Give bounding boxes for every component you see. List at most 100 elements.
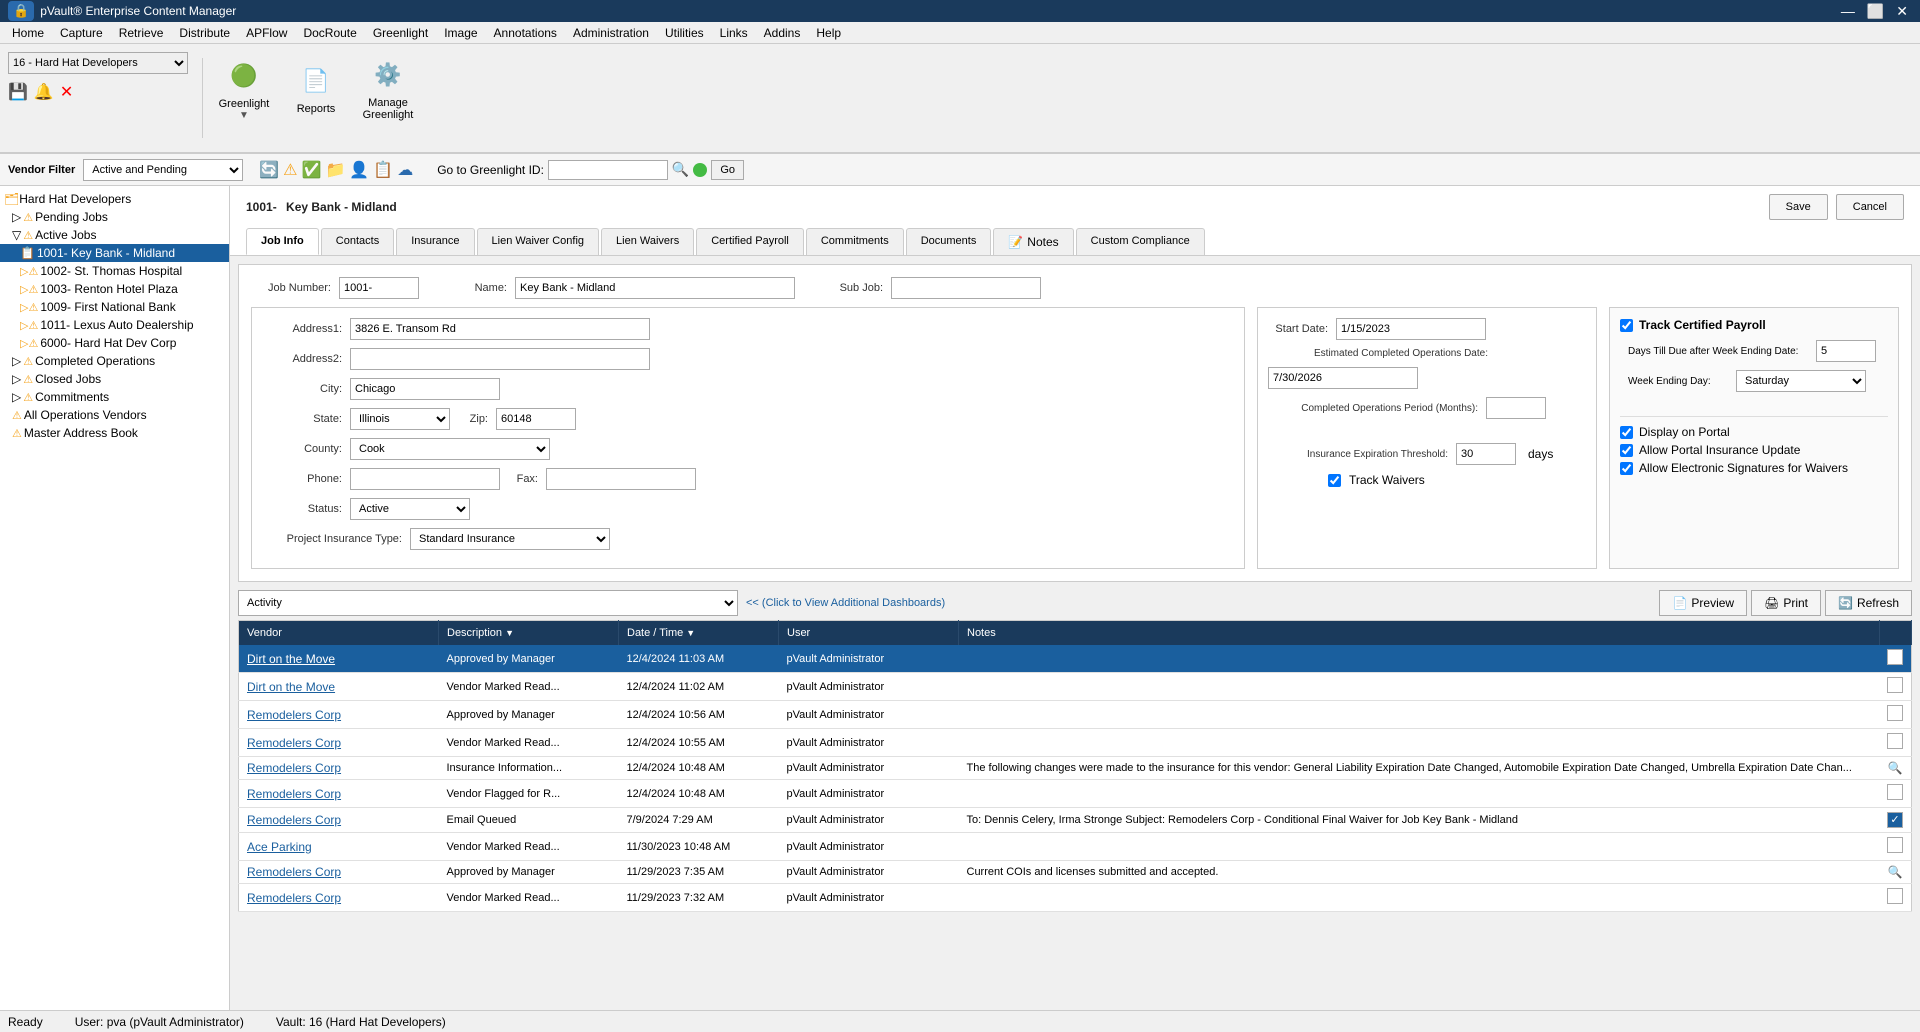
- address1-input[interactable]: [350, 318, 650, 340]
- tab-lien-waiver-config[interactable]: Lien Waiver Config: [477, 228, 600, 255]
- track-certified-checkbox[interactable]: [1620, 319, 1633, 332]
- sidebar-item-active-jobs[interactable]: ▽ ⚠ Active Jobs: [0, 226, 229, 244]
- vendor-link[interactable]: Remodelers Corp: [247, 708, 341, 722]
- allow-electronic-checkbox[interactable]: [1620, 462, 1633, 475]
- vault-selector[interactable]: 16 - Hard Hat Developers: [8, 52, 188, 74]
- tab-insurance[interactable]: Insurance: [396, 228, 474, 255]
- sidebar-item-1003[interactable]: ▷⚠ 1003- Renton Hotel Plaza: [0, 280, 229, 298]
- sidebar-item-pending-jobs[interactable]: ▷ ⚠ Pending Jobs: [0, 208, 229, 226]
- cancel-button[interactable]: Cancel: [1836, 194, 1904, 220]
- zip-input[interactable]: [496, 408, 576, 430]
- menu-help[interactable]: Help: [808, 24, 849, 42]
- menu-administration[interactable]: Administration: [565, 24, 657, 42]
- tab-custom-compliance[interactable]: Custom Compliance: [1076, 228, 1205, 255]
- menu-utilities[interactable]: Utilities: [657, 24, 712, 42]
- warning-filter-icon[interactable]: ⚠: [283, 160, 297, 180]
- sidebar-item-1002[interactable]: ▷⚠ 1002- St. Thomas Hospital: [0, 262, 229, 280]
- menu-docroute[interactable]: DocRoute: [295, 24, 364, 42]
- tab-commitments[interactable]: Commitments: [806, 228, 904, 255]
- sidebar-item-1001[interactable]: 📋 1001- Key Bank - Midland: [0, 244, 229, 262]
- menu-image[interactable]: Image: [436, 24, 485, 42]
- sidebar-item-closed-jobs[interactable]: ▷ ⚠ Closed Jobs: [0, 370, 229, 388]
- sub-job-input[interactable]: [891, 277, 1041, 299]
- menu-links[interactable]: Links: [712, 24, 756, 42]
- row-checkbox[interactable]: ✓: [1887, 812, 1903, 828]
- sidebar-root[interactable]: 🗂 Hard Hat Developers: [0, 190, 229, 208]
- insurance-threshold-input[interactable]: [1456, 443, 1516, 465]
- vendor-link[interactable]: Remodelers Corp: [247, 891, 341, 905]
- sidebar-item-all-vendors[interactable]: ⚠ All Operations Vendors: [0, 406, 229, 424]
- week-ending-day-select[interactable]: Saturday Sunday Monday: [1736, 370, 1866, 392]
- menu-annotations[interactable]: Annotations: [486, 24, 565, 42]
- state-select[interactable]: Illinois: [350, 408, 450, 430]
- menu-addins[interactable]: Addins: [756, 24, 809, 42]
- toolbar-manage-greenlight-btn[interactable]: ⚙️ Manage Greenlight: [353, 48, 423, 128]
- close-vault-icon[interactable]: ✕: [60, 82, 73, 102]
- minimize-icon[interactable]: —: [1837, 3, 1859, 20]
- sidebar-item-master-address[interactable]: ⚠ Master Address Book: [0, 424, 229, 442]
- menu-apflow[interactable]: APFlow: [238, 24, 295, 42]
- vendor-link[interactable]: Remodelers Corp: [247, 787, 341, 801]
- additional-dashboards-link[interactable]: << (Click to View Additional Dashboards): [746, 597, 945, 609]
- tab-documents[interactable]: Documents: [906, 228, 992, 255]
- doc-filter-icon[interactable]: 📋: [373, 160, 393, 180]
- est-completed-input[interactable]: [1268, 367, 1418, 389]
- refresh-icon[interactable]: 🔄: [259, 160, 279, 180]
- green-filter-icon[interactable]: ✅: [302, 160, 322, 180]
- restore-icon[interactable]: ⬜: [1863, 3, 1888, 20]
- menu-capture[interactable]: Capture: [52, 24, 111, 42]
- project-insurance-select[interactable]: Standard Insurance: [410, 528, 610, 550]
- sidebar-item-1009[interactable]: ▷⚠ 1009- First National Bank: [0, 298, 229, 316]
- dashboard-select[interactable]: Activity: [238, 590, 738, 616]
- job-number-input[interactable]: [339, 277, 419, 299]
- allow-portal-checkbox[interactable]: [1620, 444, 1633, 457]
- tab-certified-payroll[interactable]: Certified Payroll: [696, 228, 804, 255]
- row-search-icon[interactable]: 🔍: [1888, 865, 1903, 879]
- sidebar-item-commitments[interactable]: ▷ ⚠ Commitments: [0, 388, 229, 406]
- display-portal-checkbox[interactable]: [1620, 426, 1633, 439]
- vendor-link[interactable]: Remodelers Corp: [247, 761, 341, 775]
- start-date-input[interactable]: [1336, 318, 1486, 340]
- county-select[interactable]: Cook: [350, 438, 550, 460]
- close-icon[interactable]: ✕: [1892, 3, 1912, 20]
- toolbar-greenlight-btn[interactable]: 🟢 Greenlight ▼: [209, 48, 279, 128]
- days-till-due-input[interactable]: [1816, 340, 1876, 362]
- save-icon[interactable]: 💾: [8, 82, 28, 102]
- menu-distribute[interactable]: Distribute: [171, 24, 238, 42]
- sidebar-item-6000[interactable]: ▷⚠ 6000- Hard Hat Dev Corp: [0, 334, 229, 352]
- toolbar-reports-btn[interactable]: 📄 Reports: [281, 48, 351, 128]
- completed-period-input[interactable]: [1486, 397, 1546, 419]
- blue-filter-icon[interactable]: 📁: [325, 160, 345, 180]
- address2-input[interactable]: [350, 348, 650, 370]
- row-checkbox[interactable]: [1887, 649, 1903, 665]
- menu-retrieve[interactable]: Retrieve: [111, 24, 172, 42]
- greenlight-id-input[interactable]: [548, 160, 668, 180]
- status-select[interactable]: Active Pending Closed: [350, 498, 470, 520]
- search-icon[interactable]: 🔍: [672, 161, 689, 178]
- tab-notes[interactable]: 📝 Notes: [993, 228, 1073, 255]
- menu-greenlight[interactable]: Greenlight: [365, 24, 436, 42]
- bell-icon[interactable]: 🔔: [34, 82, 54, 102]
- name-input[interactable]: [515, 277, 795, 299]
- tab-lien-waivers[interactable]: Lien Waivers: [601, 228, 694, 255]
- sidebar-item-1011[interactable]: ▷⚠ 1011- Lexus Auto Dealership: [0, 316, 229, 334]
- tab-job-info[interactable]: Job Info: [246, 228, 319, 255]
- menu-home[interactable]: Home: [4, 24, 52, 42]
- row-search-icon[interactable]: 🔍: [1888, 761, 1903, 775]
- city-input[interactable]: [350, 378, 500, 400]
- vendor-link[interactable]: Remodelers Corp: [247, 813, 341, 827]
- person-filter-icon[interactable]: 👤: [349, 160, 369, 180]
- go-button[interactable]: Go: [711, 160, 744, 180]
- vendor-link[interactable]: Dirt on the Move: [247, 652, 335, 666]
- vendor-link[interactable]: Ace Parking: [247, 840, 312, 854]
- sidebar-item-completed-ops[interactable]: ▷ ⚠ Completed Operations: [0, 352, 229, 370]
- vendor-link[interactable]: Dirt on the Move: [247, 680, 335, 694]
- print-button[interactable]: 🖨 Print: [1751, 590, 1821, 616]
- vendor-link[interactable]: Remodelers Corp: [247, 736, 341, 750]
- save-button[interactable]: Save: [1769, 194, 1828, 220]
- refresh-button[interactable]: 🔄 Refresh: [1825, 590, 1912, 616]
- tab-contacts[interactable]: Contacts: [321, 228, 394, 255]
- fax-input[interactable]: [546, 468, 696, 490]
- vendor-filter-select[interactable]: Active and Pending Active Pending All: [83, 159, 243, 181]
- track-waivers-checkbox[interactable]: [1328, 474, 1341, 487]
